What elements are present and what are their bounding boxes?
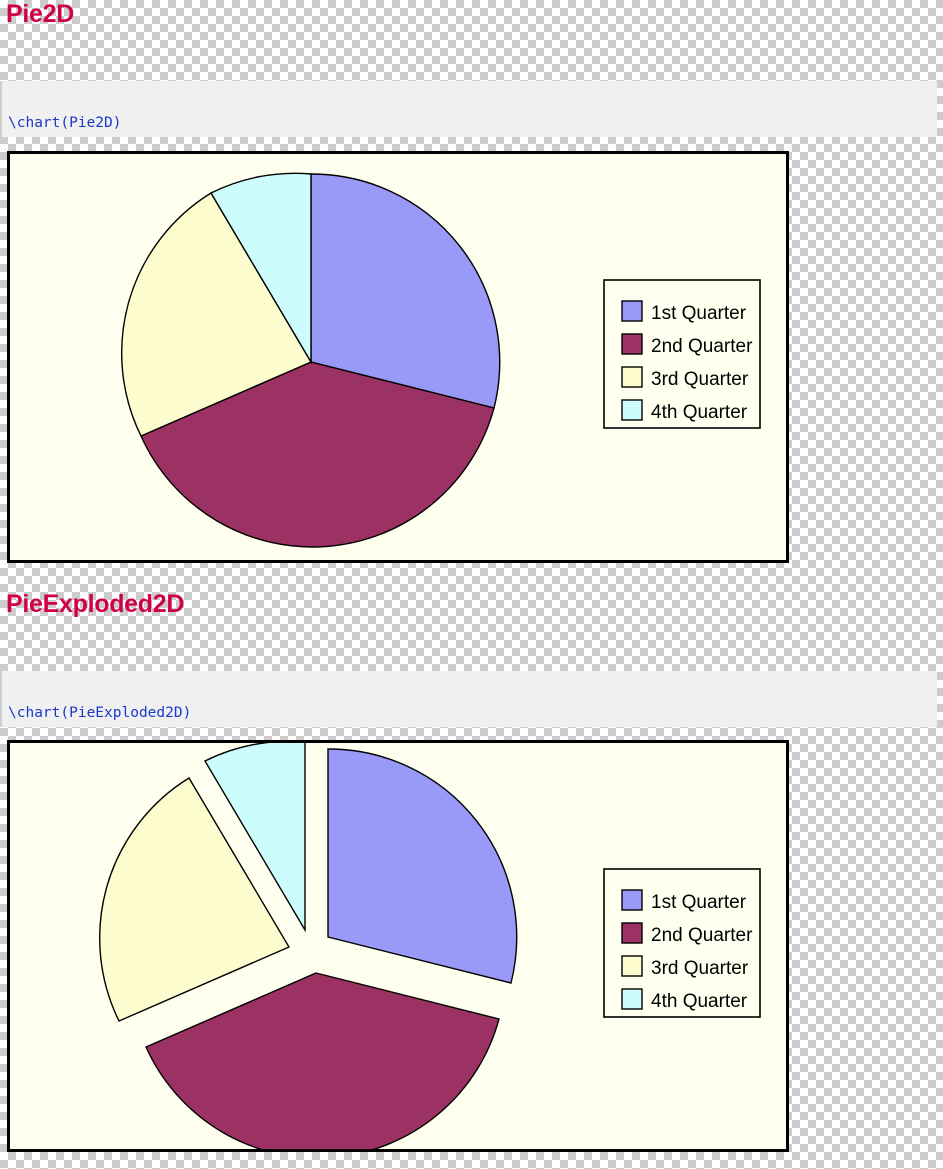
legend-swatch-2nd-quarter: [621, 922, 643, 944]
chart-pieexploded2d: 1st Quarter 2nd Quarter 3rd Quarter 4th …: [7, 740, 789, 1152]
page-title-pieexploded2d: PieExploded2D: [6, 590, 185, 618]
legend-swatch-2nd-quarter: [621, 333, 643, 355]
code-block-pieexploded2d: \chart(PieExploded2D) […] {…}: [0, 671, 937, 804]
legend-label-2nd-quarter: 2nd Quarter: [651, 336, 753, 357]
legend-swatch-4th-quarter: [621, 988, 643, 1010]
pieexploded2d-svg: 1st Quarter 2nd Quarter 3rd Quarter 4th …: [99, 743, 761, 1149]
legend: 1st Quarter 2nd Quarter 3rd Quarter 4th …: [603, 279, 761, 429]
legend-label-4th-quarter: 4th Quarter: [651, 402, 748, 423]
code-block-pie2d: \chart(Pie2D) […] {…}: [0, 81, 937, 214]
legend: 1st Quarter 2nd Quarter 3rd Quarter 4th …: [603, 868, 761, 1018]
code-line: \chart(Pie2D): [8, 115, 122, 131]
legend-swatch-4th-quarter: [621, 399, 643, 421]
legend-label-4th-quarter: 4th Quarter: [651, 991, 748, 1012]
chart-pie2d: 1st Quarter 2nd Quarter 3rd Quarter 4th …: [7, 151, 789, 563]
legend-label-3rd-quarter: 3rd Quarter: [651, 369, 749, 390]
pie-slices-exploded: [99, 743, 518, 1149]
legend-swatch-1st-quarter: [621, 300, 643, 322]
pie-slice-1st-quarter: [327, 748, 518, 984]
legend-label-3rd-quarter: 3rd Quarter: [651, 958, 749, 979]
pie2d-svg: 1st Quarter 2nd Quarter 3rd Quarter 4th …: [121, 172, 761, 548]
legend-swatch-3rd-quarter: [621, 955, 643, 977]
pie-slice-2nd-quarter: [145, 972, 500, 1149]
legend-swatch-1st-quarter: [621, 889, 643, 911]
legend-label-2nd-quarter: 2nd Quarter: [651, 925, 753, 946]
page-title-pie2d: Pie2D: [6, 0, 74, 28]
legend-swatch-3rd-quarter: [621, 366, 643, 388]
legend-label-1st-quarter: 1st Quarter: [651, 892, 747, 913]
legend-label-1st-quarter: 1st Quarter: [651, 303, 747, 324]
code-line: \chart(PieExploded2D): [8, 705, 192, 721]
pie-slices: [121, 172, 501, 548]
